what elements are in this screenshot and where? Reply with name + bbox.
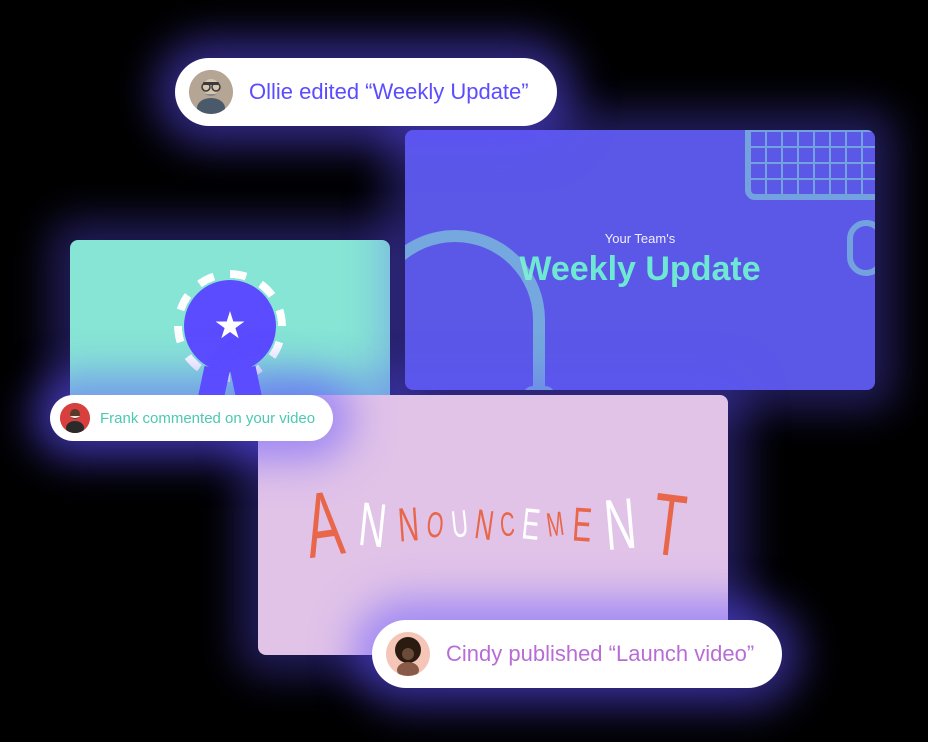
notification-text: Cindy published “Launch video” (446, 641, 754, 667)
notification-pill-ollie[interactable]: Ollie edited “Weekly Update” (175, 58, 557, 126)
card-weekly-update[interactable]: Your Team's Weekly Update (405, 130, 875, 390)
card-ribbon-badge[interactable] (70, 240, 390, 420)
star-icon (215, 311, 245, 341)
card-announcement[interactable]: ANNOUNCEMENT (258, 395, 728, 655)
ribbon-badge-icon (180, 280, 280, 380)
weekly-title: Weekly Update (519, 250, 760, 289)
notification-text: Ollie edited “Weekly Update” (249, 79, 529, 105)
announcement-title: ANNOUNCEMENT (294, 473, 693, 578)
weekly-subtitle: Your Team's (605, 231, 675, 246)
avatar-ollie (189, 70, 233, 114)
notification-pill-frank[interactable]: Frank commented on your video (50, 395, 333, 441)
notification-pill-cindy[interactable]: Cindy published “Launch video” (372, 620, 782, 688)
avatar-frank (60, 403, 90, 433)
keyboard-illustration (745, 130, 875, 200)
notification-text: Frank commented on your video (100, 410, 315, 427)
mouse-illustration (847, 220, 875, 276)
avatar-cindy (386, 632, 430, 676)
